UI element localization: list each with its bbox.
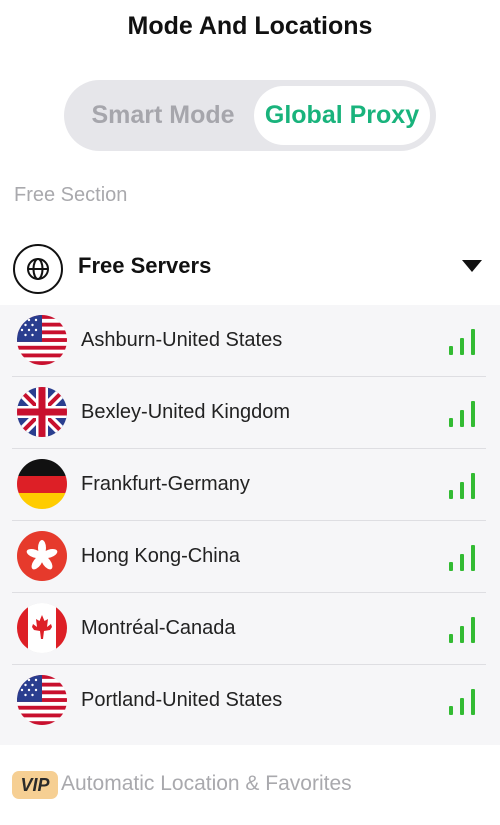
us-flag-icon <box>17 675 67 725</box>
globe-icon <box>13 244 63 294</box>
vip-badge: VIP <box>12 771 58 799</box>
us-flag-icon <box>17 315 67 365</box>
vip-section-label: Automatic Location & Favorites <box>61 772 352 795</box>
smart-mode-tab[interactable]: Smart Mode <box>72 86 254 145</box>
uk-flag-icon <box>17 387 67 437</box>
signal-icon <box>449 401 475 427</box>
server-row-hong-kong[interactable]: Hong Kong-China <box>12 521 486 593</box>
server-list: Ashburn-United States Bexley-United King… <box>0 305 500 745</box>
canada-flag-icon <box>17 603 67 653</box>
server-row-ashburn[interactable]: Ashburn-United States <box>12 305 486 377</box>
signal-icon <box>449 617 475 643</box>
server-row-bexley[interactable]: Bexley-United Kingdom <box>12 377 486 449</box>
server-name: Montréal-Canada <box>81 617 236 639</box>
server-name: Hong Kong-China <box>81 545 240 567</box>
server-row-portland[interactable]: Portland-United States <box>12 665 486 737</box>
server-name: Bexley-United Kingdom <box>81 401 290 423</box>
free-servers-header[interactable]: Free Servers <box>0 240 500 296</box>
signal-icon <box>449 329 475 355</box>
server-name: Frankfurt-Germany <box>81 473 250 495</box>
signal-icon <box>449 689 475 715</box>
free-servers-title: Free Servers <box>78 253 212 278</box>
signal-icon <box>449 473 475 499</box>
server-row-frankfurt[interactable]: Frankfurt-Germany <box>12 449 486 521</box>
page-title: Mode And Locations <box>127 12 373 40</box>
server-row-montreal[interactable]: Montréal-Canada <box>12 593 486 665</box>
server-name: Ashburn-United States <box>81 329 283 351</box>
germany-flag-icon <box>17 459 67 509</box>
caret-down-icon[interactable] <box>462 260 482 272</box>
global-proxy-tab[interactable]: Global Proxy <box>254 86 430 145</box>
mode-toggle: Smart Mode Global Proxy <box>64 80 436 151</box>
hong-kong-flag-icon <box>17 531 67 581</box>
free-section-label: Free Section <box>14 184 128 206</box>
server-name: Portland-United States <box>81 689 283 711</box>
signal-icon <box>449 545 475 571</box>
